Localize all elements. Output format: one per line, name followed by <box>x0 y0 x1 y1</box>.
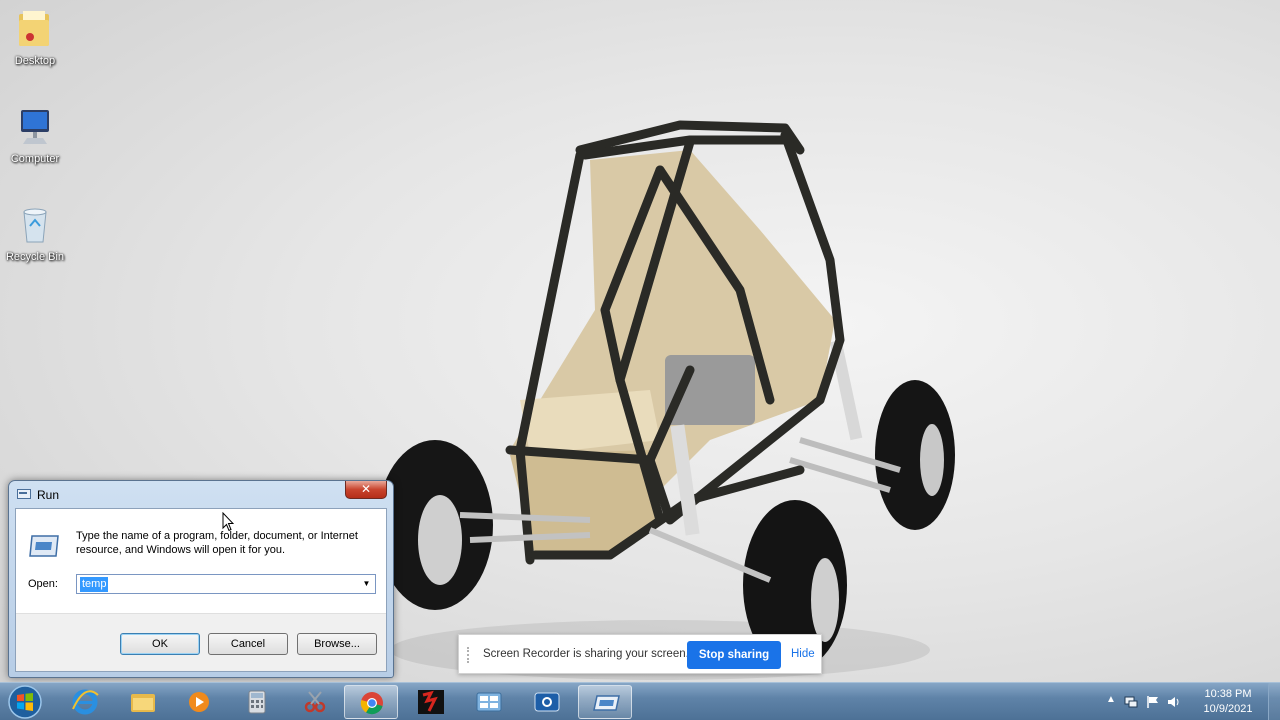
solidworks-icon <box>418 690 444 714</box>
taskbar-solidworks[interactable] <box>404 685 458 719</box>
control-panel-icon <box>476 692 502 712</box>
snipping-tool-icon <box>304 691 326 713</box>
run-dialog: Run ✕ Type the name of a program, folder… <box>8 480 394 678</box>
screen-sharing-bar: Screen Recorder is sharing your screen. … <box>458 634 822 674</box>
sharing-message: Screen Recorder is sharing your screen. <box>483 648 689 660</box>
buggy-wallpaper-image <box>377 120 955 680</box>
ok-button[interactable]: OK <box>120 633 200 655</box>
file-explorer-icon <box>131 694 155 712</box>
taskbar-snipping-tool[interactable] <box>288 685 342 719</box>
system-tray: ▲ 10:38 PM 10/9/2021 <box>1102 683 1280 720</box>
open-combobox-input[interactable]: temp ▼ <box>76 574 376 594</box>
run-dialog-title: Run <box>37 488 60 502</box>
calculator-icon <box>248 690 266 714</box>
desktop-icon-label: Desktop <box>14 55 56 67</box>
taskbar-file-explorer[interactable] <box>116 685 170 719</box>
taskbar-run[interactable] <box>578 685 632 719</box>
desktop-icon-computer[interactable]: Computer <box>4 106 66 165</box>
computer-icon <box>21 110 49 144</box>
run-description: Type the name of a program, folder, docu… <box>76 530 358 556</box>
folder-icon <box>19 11 49 46</box>
desktop-icon-label: Computer <box>10 153 60 165</box>
recycle-bin-icon <box>23 208 47 243</box>
run-dialog-body: Type the name of a program, folder, docu… <box>15 508 387 672</box>
screen-recorder-icon <box>534 692 560 712</box>
volume-icon[interactable] <box>1166 695 1180 709</box>
run-icon <box>593 695 620 711</box>
taskbar-media-player[interactable] <box>172 685 226 719</box>
taskbar-calculator[interactable] <box>230 685 284 719</box>
open-input-value: temp <box>80 577 109 592</box>
clock-date[interactable]: 10/9/2021 <box>1200 703 1256 715</box>
media-player-icon <box>189 692 209 712</box>
taskbar-internet-explorer[interactable] <box>58 685 112 719</box>
action-center-flag-icon[interactable] <box>1146 695 1160 709</box>
desktop-icon-recycle-bin[interactable]: Recycle Bin <box>4 204 66 263</box>
desktop-icon-label: Recycle Bin <box>5 251 65 263</box>
open-label: Open: <box>28 578 58 590</box>
show-hidden-icons-icon[interactable]: ▲ <box>1106 694 1120 708</box>
taskbar: ▲ 10:38 PM 10/9/2021 <box>0 682 1280 720</box>
stop-sharing-button[interactable]: Stop sharing <box>687 641 781 669</box>
taskbar-screen-recorder[interactable] <box>520 685 574 719</box>
run-program-icon <box>29 535 59 557</box>
taskbar-chrome[interactable] <box>344 685 398 719</box>
run-icon <box>17 489 31 499</box>
cancel-button[interactable]: Cancel <box>208 633 288 655</box>
taskbar-control-panel[interactable] <box>462 685 516 719</box>
run-titlebar[interactable]: Run ✕ <box>9 481 393 507</box>
drag-handle-icon[interactable] <box>467 647 473 663</box>
mouse-cursor-icon <box>222 512 234 532</box>
internet-explorer-icon <box>72 689 99 715</box>
desktop-icon-desktop[interactable]: Desktop <box>4 8 66 67</box>
hide-button[interactable]: Hide <box>791 648 815 660</box>
chrome-icon <box>360 692 383 715</box>
start-button[interactable] <box>6 684 44 720</box>
clock-time[interactable]: 10:38 PM <box>1200 688 1256 700</box>
network-icon[interactable] <box>1124 695 1138 709</box>
show-desktop-button[interactable] <box>1268 683 1280 720</box>
browse-button[interactable]: Browse... <box>297 633 377 655</box>
close-button[interactable]: ✕ <box>345 481 387 499</box>
chevron-down-icon[interactable]: ▼ <box>358 575 375 593</box>
